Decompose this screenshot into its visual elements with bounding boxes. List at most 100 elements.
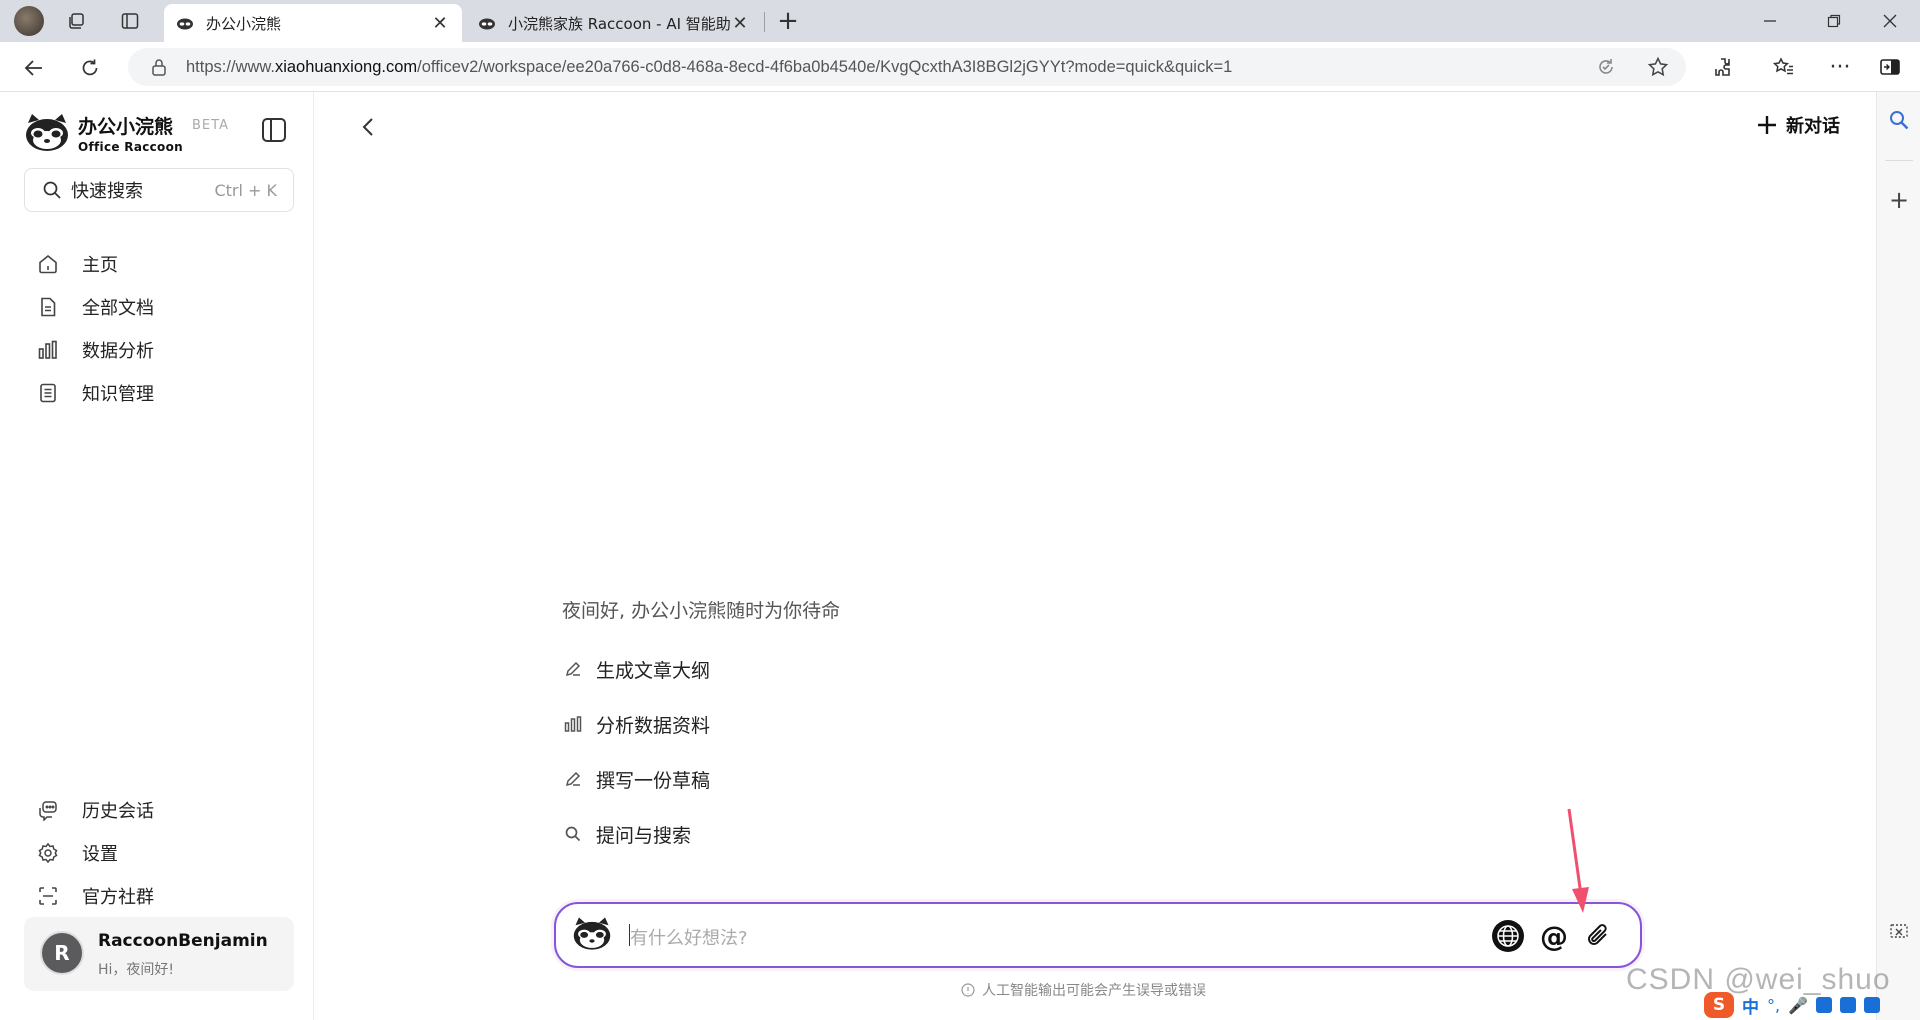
sidebar-item-label: 官方社群 (82, 887, 154, 908)
sidebar-item-label: 数据分析 (82, 341, 154, 362)
keyboard-icon[interactable] (1816, 997, 1833, 1013)
chat-input[interactable]: 有什么好想法? (630, 924, 748, 950)
search-icon[interactable] (1887, 108, 1911, 132)
document-icon (36, 295, 60, 319)
raccoon-logo (573, 917, 611, 950)
search-shortcut: Ctrl + K (214, 180, 277, 200)
user-greeting: Hi，夜间好! (98, 962, 175, 978)
refresh-icon[interactable] (76, 54, 104, 82)
url-text: https://www.xiaohuanxiong.com/officev2/w… (186, 57, 1233, 76)
more-menu-icon[interactable]: ··· (1826, 53, 1854, 81)
avatar: R (40, 931, 84, 975)
ime-toolbar: S 中 °, 🎤 (1700, 990, 1920, 1020)
disclaimer-text: 人工智能输出可能会产生误导或错误 (982, 983, 1206, 999)
chat-input-box[interactable]: 有什么好想法? @ (554, 902, 1642, 968)
browser-tab-strip: 办公小浣熊 ✕ 小浣熊家族 Raccoon - AI 智能助手 ✕ + (0, 0, 1920, 42)
ime-language-label[interactable]: 中 (1742, 993, 1759, 1018)
extensions-icon[interactable] (1710, 53, 1738, 81)
web-search-toggle-icon[interactable] (1490, 918, 1526, 954)
main-panel: 新对话 夜间好, 办公小浣熊随时为你待命 生成文章大纲 分析数据资料 撰写一份草… (315, 92, 1876, 1020)
quick-search-button[interactable]: 快速搜索 Ctrl + K (24, 168, 294, 212)
suggestion-label: 分析数据资料 (596, 714, 711, 737)
suggestion-label: 生成文章大纲 (596, 659, 711, 682)
microphone-icon[interactable]: 🎤 (1788, 996, 1808, 1015)
close-window-icon[interactable] (1876, 8, 1904, 34)
add-icon[interactable]: + (1887, 186, 1911, 214)
annotation-arrow (1567, 808, 1589, 913)
favorites-list-icon[interactable] (1770, 53, 1798, 81)
new-chat-button[interactable]: 新对话 (1756, 112, 1840, 138)
suggestion-search[interactable]: 提问与搜索 (562, 819, 691, 849)
sidebar-item-history[interactable]: 历史会话 (36, 793, 286, 827)
tab-title: 办公小浣熊 (206, 14, 282, 33)
skin-icon[interactable] (1840, 997, 1857, 1013)
pencil-icon (562, 768, 584, 790)
collapse-sidebar-button[interactable] (260, 116, 288, 144)
pencil-icon (562, 658, 584, 680)
attachment-icon[interactable] (1580, 918, 1616, 954)
sidebar-item-label: 主页 (82, 255, 118, 276)
new-chat-label: 新对话 (1786, 116, 1840, 137)
new-tab-icon[interactable]: + (776, 6, 800, 36)
sidebar-item-knowledge[interactable]: 知识管理 (36, 376, 286, 410)
vertical-tabs-icon[interactable] (118, 9, 142, 33)
home-icon (36, 252, 60, 276)
read-aloud-icon[interactable] (1592, 53, 1620, 81)
tab-raccoon-family[interactable]: 小浣熊家族 Raccoon - AI 智能助手 ✕ (466, 4, 762, 42)
close-tab-icon[interactable]: ✕ (730, 13, 750, 34)
minimize-icon[interactable] (1756, 8, 1784, 34)
sidebar-item-settings[interactable]: 设置 (36, 836, 286, 870)
search-icon (41, 179, 63, 201)
raccoon-favicon (177, 18, 193, 30)
bar-chart-icon (562, 713, 584, 735)
collections-icon[interactable] (64, 9, 88, 33)
suggestion-label: 撰写一份草稿 (596, 769, 711, 792)
url-field[interactable]: https://www.xiaohuanxiong.com/officev2/w… (128, 48, 1686, 86)
sidebar-item-label: 历史会话 (82, 801, 154, 822)
close-tab-icon[interactable]: ✕ (430, 13, 450, 34)
welcome-greeting: 夜间好, 办公小浣熊随时为你待命 (562, 600, 841, 622)
raccoon-favicon (479, 18, 495, 30)
toolbox-icon[interactable] (1864, 997, 1881, 1013)
notebook-icon (36, 381, 60, 405)
beta-badge: BETA (192, 118, 229, 133)
brand-subtitle: Office Raccoon (78, 140, 183, 154)
lock-icon[interactable] (148, 56, 170, 78)
sidebar-item-home[interactable]: 主页 (36, 247, 286, 281)
suggestion-draft[interactable]: 撰写一份草稿 (562, 764, 710, 794)
restore-icon[interactable] (1820, 8, 1848, 34)
favorite-star-icon[interactable] (1644, 53, 1672, 81)
browser-side-panel: + (1876, 92, 1920, 1020)
suggestion-outline[interactable]: 生成文章大纲 (562, 654, 710, 684)
back-arrow-icon[interactable] (20, 54, 48, 82)
brand-name: 办公小浣熊 (78, 116, 174, 138)
tab-separator (764, 12, 765, 32)
screenshot-icon[interactable] (1887, 920, 1911, 944)
sidebar-item-label: 全部文档 (82, 298, 154, 319)
sogou-ime-icon[interactable]: S (1704, 992, 1734, 1018)
ai-disclaimer: 人工智能输出可能会产生误导或错误 (960, 980, 1206, 1000)
scan-icon (36, 884, 60, 908)
chat-history-icon (36, 798, 60, 822)
address-bar-row: https://www.xiaohuanxiong.com/officev2/w… (0, 42, 1920, 92)
plus-icon (1756, 114, 1778, 136)
tab-title: 小浣熊家族 Raccoon - AI 智能助手 (508, 14, 730, 33)
bar-chart-icon (36, 338, 60, 362)
back-button[interactable] (353, 112, 383, 142)
mention-icon[interactable]: @ (1536, 918, 1572, 954)
sidebar-item-label: 设置 (82, 844, 118, 865)
sidebar-toggle-icon[interactable] (1876, 53, 1904, 81)
search-icon (562, 823, 584, 845)
sidebar-item-documents[interactable]: 全部文档 (36, 290, 286, 324)
gear-icon (36, 841, 60, 865)
user-card[interactable]: R RaccoonBenjamin Hi，夜间好! (24, 917, 294, 991)
suggestion-analyze[interactable]: 分析数据资料 (562, 709, 710, 739)
profile-avatar[interactable] (14, 6, 44, 36)
sidebar-item-community[interactable]: 官方社群 (36, 879, 286, 913)
brand[interactable]: 办公小浣熊 Office Raccoon BETA (24, 112, 228, 154)
ime-punct-icon[interactable]: °, (1767, 996, 1780, 1015)
sidebar-item-label: 知识管理 (82, 384, 154, 405)
sidebar-item-data-analysis[interactable]: 数据分析 (36, 333, 286, 367)
tab-office-raccoon[interactable]: 办公小浣熊 ✕ (164, 4, 462, 42)
search-label: 快速搜索 (71, 181, 143, 202)
